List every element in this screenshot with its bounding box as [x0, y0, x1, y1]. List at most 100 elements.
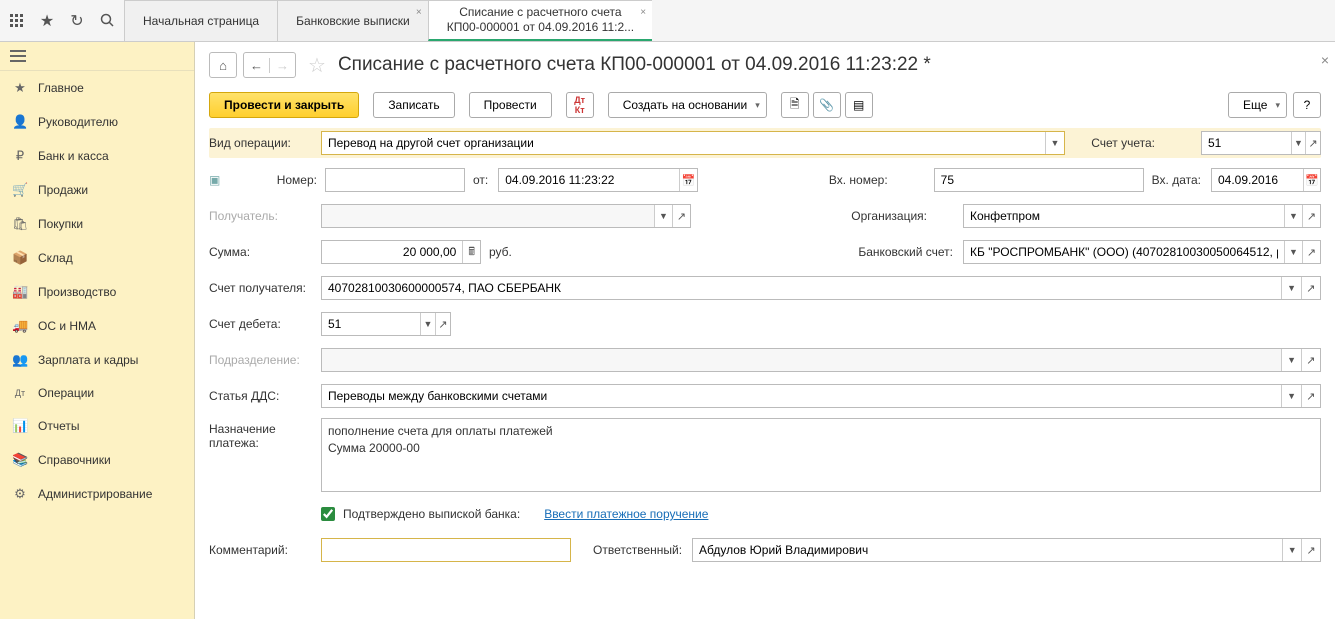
sidebar-item-catalogs[interactable]: 📚Справочники	[0, 443, 194, 477]
purpose-label: Назначение платежа:	[209, 418, 313, 450]
nav-back-forward[interactable]: ←→	[243, 52, 296, 78]
sidebar-item-main[interactable]: ★Главное	[0, 71, 194, 105]
dtkt-button[interactable]: ДтКт	[566, 92, 594, 118]
open-icon[interactable]: ↗	[1301, 277, 1320, 299]
dtkt-icon: Дт	[12, 388, 28, 398]
rec-acct-input[interactable]	[322, 277, 1281, 299]
history-icon[interactable]: ↻	[68, 12, 86, 30]
arrow-right-icon[interactable]: →	[270, 58, 295, 73]
open-icon[interactable]: ↗	[1301, 385, 1320, 407]
open-icon[interactable]: ↗	[1302, 241, 1320, 263]
help-button[interactable]: ?	[1293, 92, 1321, 118]
dropdown-icon: ▼	[654, 205, 672, 227]
calendar-icon[interactable]: 📅	[1303, 169, 1320, 191]
in-num-label: Вх. номер:	[829, 173, 888, 187]
rec-acct-label: Счет получателя:	[209, 281, 313, 295]
box-icon: 📦	[12, 250, 28, 266]
comment-label: Комментарий:	[209, 543, 313, 557]
dropdown-icon[interactable]: ▼	[420, 313, 435, 335]
list-button[interactable]: ▤	[845, 92, 873, 118]
open-icon[interactable]: ↗	[1302, 205, 1320, 227]
debit-label: Счет дебета:	[209, 317, 313, 331]
person-icon: 👤	[12, 114, 28, 130]
dropdown-icon[interactable]: ▼	[1281, 385, 1300, 407]
acct-input[interactable]	[1202, 132, 1291, 154]
sum-input[interactable]	[322, 241, 462, 263]
open-icon: ↗	[1301, 349, 1320, 371]
dropdown-icon[interactable]: ▼	[1284, 241, 1302, 263]
attach-button[interactable]: 📎	[813, 92, 841, 118]
arrow-left-icon[interactable]: ←	[244, 58, 270, 73]
tab-bank-statements[interactable]: Банковские выписки×	[277, 0, 428, 41]
sidebar-item-operations[interactable]: ДтОперации	[0, 377, 194, 409]
close-page-icon[interactable]: ×	[1321, 52, 1329, 68]
print-button[interactable]: 🗎	[781, 92, 809, 118]
debit-input[interactable]	[322, 313, 420, 335]
star-icon[interactable]: ★	[38, 12, 56, 30]
comment-input[interactable]	[322, 539, 570, 561]
in-date-label: Вх. дата:	[1152, 173, 1201, 187]
post-button[interactable]: Провести	[469, 92, 552, 118]
dropdown-icon[interactable]: ▼	[1282, 539, 1301, 561]
dropdown-icon[interactable]: ▼	[1045, 132, 1065, 154]
tabs: Начальная страница Банковские выписки× С…	[124, 0, 652, 41]
number-input[interactable]	[326, 169, 464, 191]
sidebar-item-production[interactable]: 🏭Производство	[0, 275, 194, 309]
acct-label: Счет учета:	[1091, 136, 1155, 150]
division-input	[322, 349, 1281, 371]
enter-payment-order-link[interactable]: Ввести платежное поручение	[544, 507, 708, 521]
resp-input[interactable]	[693, 539, 1282, 561]
close-icon[interactable]: ×	[416, 7, 422, 20]
sidebar-item-bank[interactable]: ₽Банк и касса	[0, 139, 194, 173]
sidebar-item-reports[interactable]: 📊Отчеты	[0, 409, 194, 443]
tab-writeoff[interactable]: Списание с расчетного счета КП00-000001 …	[428, 0, 652, 41]
open-icon[interactable]: ↗	[1301, 539, 1320, 561]
open-icon[interactable]: ↗	[1305, 132, 1320, 154]
write-button[interactable]: Записать	[373, 92, 454, 118]
more-button[interactable]: Еще	[1228, 92, 1287, 118]
dropdown-icon[interactable]: ▼	[1291, 132, 1306, 154]
sidebar-item-manager[interactable]: 👤Руководителю	[0, 105, 194, 139]
calendar-icon[interactable]: 📅	[679, 169, 697, 191]
sidebar-item-sales[interactable]: 🛒Продажи	[0, 173, 194, 207]
org-label: Организация:	[851, 209, 927, 223]
sidebar-item-assets[interactable]: 🚚ОС и НМА	[0, 309, 194, 343]
op-type-input[interactable]	[322, 132, 1045, 154]
dds-input[interactable]	[322, 385, 1281, 407]
calc-icon[interactable]: 🖩	[462, 241, 480, 263]
page-title: Списание с расчетного счета КП00-000001 …	[338, 54, 931, 76]
home-button[interactable]: ⌂	[209, 52, 237, 78]
bank-acct-label: Банковский счет:	[858, 245, 953, 259]
star-icon: ★	[12, 80, 28, 96]
create-based-on-button[interactable]: Создать на основании	[608, 92, 767, 118]
in-num-input[interactable]	[935, 169, 1143, 191]
resp-label: Ответственный:	[593, 543, 682, 557]
dropdown-icon[interactable]: ▼	[1284, 205, 1302, 227]
from-label: от:	[473, 173, 488, 187]
in-date-input[interactable]	[1212, 169, 1303, 191]
favorite-icon[interactable]: ☆	[308, 53, 326, 78]
sidebar-item-warehouse[interactable]: 📦Склад	[0, 241, 194, 275]
ruble-icon: ₽	[12, 148, 28, 164]
confirmed-label: Подтверждено выпиской банка:	[343, 507, 520, 521]
apps-icon[interactable]	[8, 12, 26, 30]
sidebar-toggle[interactable]	[0, 42, 194, 71]
purpose-textarea[interactable]: пополнение счета для оплаты платежей Сум…	[321, 418, 1321, 492]
people-icon: 👥	[12, 352, 28, 368]
post-and-close-button[interactable]: Провести и закрыть	[209, 92, 359, 118]
search-icon[interactable]	[98, 12, 116, 30]
org-input[interactable]	[964, 205, 1284, 227]
date-input[interactable]	[499, 169, 679, 191]
confirmed-checkbox[interactable]	[321, 507, 335, 521]
tab-home[interactable]: Начальная страница	[124, 0, 277, 41]
currency-label: руб.	[489, 245, 512, 259]
sidebar-item-purchases[interactable]: 🛍Покупки	[0, 207, 194, 241]
dds-label: Статья ДДС:	[209, 389, 313, 403]
sidebar-item-admin[interactable]: ⚙Администрирование	[0, 477, 194, 511]
sidebar-item-hr[interactable]: 👥Зарплата и кадры	[0, 343, 194, 377]
sum-label: Сумма:	[209, 245, 313, 259]
close-icon[interactable]: ×	[640, 7, 646, 20]
dropdown-icon[interactable]: ▼	[1281, 277, 1300, 299]
open-icon[interactable]: ↗	[435, 313, 450, 335]
bank-acct-input[interactable]	[964, 241, 1284, 263]
